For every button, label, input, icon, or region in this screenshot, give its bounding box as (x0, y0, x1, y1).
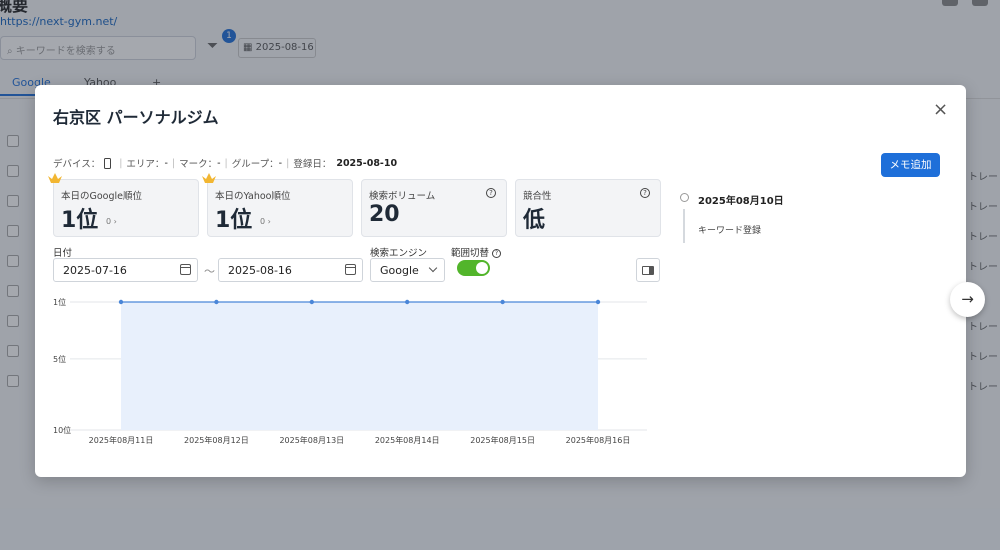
x-tick-label: 2025年08月13日 (279, 435, 344, 445)
card-label: 検索ボリューム (369, 191, 436, 202)
y-tick-label: 10位 (53, 425, 71, 435)
date-label: 日付 (53, 248, 73, 259)
mark-label: マーク： (179, 159, 218, 170)
crown-icon (48, 173, 62, 183)
calendar-icon (180, 264, 191, 275)
group-label: グループ： (231, 159, 279, 170)
card-value: 1位 (61, 208, 99, 233)
keyword-meta: デバイス： | エリア：- | マーク：- | グループ：- | 登録日： 2025-08-10 (53, 156, 397, 170)
card-value: 低 (523, 208, 546, 233)
data-point (405, 299, 410, 305)
series-area (121, 302, 598, 430)
engine-label: 検索エンジン (370, 248, 428, 259)
card-label: 競合性 (523, 191, 552, 202)
close-icon[interactable]: × (933, 99, 948, 120)
registered-label: 登録日： (293, 159, 332, 170)
range-toggle[interactable] (457, 260, 490, 276)
divider: | (224, 157, 228, 169)
help-icon[interactable]: ? (640, 188, 650, 198)
yahoo-rank-card: 本日のYahoo順位 1位 0 › (202, 173, 353, 237)
timeline-connector (683, 209, 685, 243)
data-point (595, 299, 601, 305)
keyword-detail-modal: 右京区 パーソナルジム × デバイス： | エリア：- | マーク：- | グループ：- | 登… (35, 85, 966, 477)
range-toggle-label: 範囲切替? (451, 245, 502, 259)
timeline-date: 2025年08月10日 (698, 196, 784, 207)
search-volume-card: 検索ボリューム ? 20 (361, 179, 507, 237)
group-value: - (278, 157, 283, 169)
chevron-down-icon (428, 263, 438, 273)
x-tick-label: 2025年08月11日 (89, 435, 154, 445)
rank-change[interactable]: 0 › (106, 217, 117, 226)
x-tick-label: 2025年08月14日 (375, 435, 440, 445)
device-label: デバイス： (53, 159, 101, 170)
side-panel-icon (642, 266, 654, 275)
engine-select[interactable]: Google (370, 258, 445, 282)
timeline-dot-icon (680, 193, 689, 202)
data-point (214, 299, 219, 305)
x-tick-label: 2025年08月12日 (184, 435, 249, 445)
data-point (118, 299, 124, 305)
date-to-input[interactable]: 2025-08-16 (218, 258, 363, 282)
area-label: エリア： (126, 159, 165, 170)
smartphone-icon (104, 157, 112, 169)
date-to-value: 2025-08-16 (228, 264, 292, 277)
competition-card: 競合性 ? 低 (515, 179, 661, 237)
y-tick-label: 1位 (53, 297, 66, 307)
range-label-text: 範囲切替 (451, 248, 490, 259)
toggle-panel-button[interactable] (636, 258, 660, 282)
x-tick-label: 2025年08月16日 (566, 435, 631, 445)
engine-value: Google (380, 264, 419, 277)
card-value: 20 (369, 202, 400, 227)
card-label: 本日のYahoo順位 (215, 191, 291, 202)
rank-change[interactable]: 0 › (260, 217, 271, 226)
modal-title: 右京区 パーソナルジム (53, 108, 219, 127)
crown-icon (202, 173, 216, 183)
date-from-input[interactable]: 2025-07-16 (53, 258, 198, 282)
calendar-icon (345, 264, 356, 275)
toggle-knob (476, 262, 488, 274)
range-separator: 〜 (204, 265, 215, 278)
next-arrow-button[interactable]: → (950, 282, 985, 317)
area-value: - (164, 157, 168, 169)
rank-history-chart: 1位 5位 10位 2025年08月11日 2025年08月12日 2025年08月13日… (53, 297, 647, 445)
y-tick-label: 5位 (53, 354, 66, 364)
data-point (309, 299, 314, 305)
google-rank-card: 本日のGoogle順位 1位 0 › (48, 173, 199, 237)
x-tick-label: 2025年08月15日 (470, 435, 535, 445)
registered-date: 2025-08-10 (336, 157, 398, 169)
timeline-event: キーワード登録 (698, 226, 762, 236)
mark-value: - (217, 157, 221, 169)
divider: | (171, 157, 176, 169)
divider: | (286, 157, 290, 169)
data-point (500, 299, 505, 305)
card-value: 1位 (215, 208, 253, 233)
help-icon[interactable]: ? (492, 249, 502, 258)
add-memo-button[interactable]: メモ追加 (881, 153, 940, 177)
divider: | (119, 157, 123, 169)
card-label: 本日のGoogle順位 (61, 191, 143, 202)
date-from-value: 2025-07-16 (63, 264, 127, 277)
help-icon[interactable]: ? (486, 188, 496, 198)
